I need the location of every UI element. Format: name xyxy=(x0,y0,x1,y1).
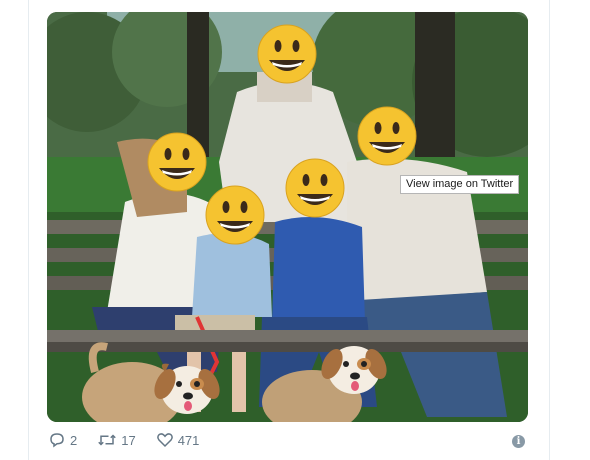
retweet-count: 17 xyxy=(121,432,136,448)
reply-button[interactable]: 2 xyxy=(48,431,77,449)
view-image-tooltip: View image on Twitter xyxy=(400,175,520,194)
heart-icon xyxy=(156,431,174,449)
info-icon[interactable]: i xyxy=(512,435,525,448)
retweet-icon xyxy=(97,431,117,449)
reply-icon xyxy=(48,431,66,449)
like-count: 471 xyxy=(177,432,200,448)
reply-count: 2 xyxy=(70,432,78,448)
like-button[interactable]: 471 xyxy=(156,431,200,449)
tweet-photo[interactable] xyxy=(47,12,528,422)
tweet-actions: 2 17 471 xyxy=(48,428,219,452)
retweet-button[interactable]: 17 xyxy=(97,431,136,449)
